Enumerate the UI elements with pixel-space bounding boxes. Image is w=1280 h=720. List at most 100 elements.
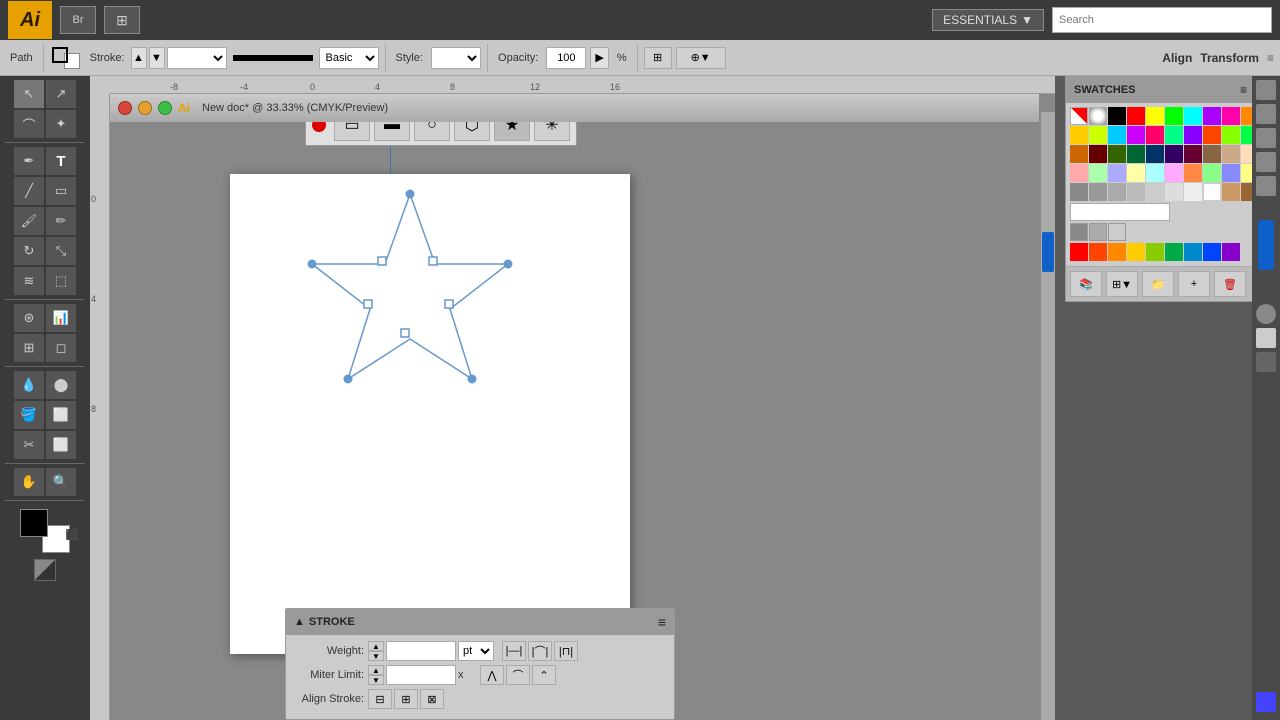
pen-tool[interactable]: ✒ — [14, 147, 44, 175]
swatch-cyan[interactable] — [1184, 107, 1202, 125]
swatch-e5[interactable] — [1146, 164, 1164, 182]
eraser-tool[interactable]: ⬜ — [46, 431, 76, 459]
blend-tool[interactable]: ⬤ — [46, 371, 76, 399]
right-tool-5[interactable] — [1256, 176, 1276, 196]
swatch-e8[interactable] — [1203, 164, 1221, 182]
foreground-color[interactable] — [20, 509, 48, 537]
join-bevel-btn[interactable]: ⌃ — [532, 665, 556, 685]
cap-butt-btn[interactable]: |—| — [502, 641, 526, 661]
swatch-d2[interactable] — [1089, 145, 1107, 163]
live-paint-select-tool[interactable]: ⬜ — [46, 401, 76, 429]
select-icon[interactable]: ⊕▼ — [676, 47, 726, 69]
workspace-icon[interactable]: ⊞ — [104, 6, 140, 34]
swatch-red[interactable] — [1127, 107, 1145, 125]
direct-select-tool[interactable]: ↗ — [46, 80, 76, 108]
slice-tool[interactable]: ✂ — [14, 431, 44, 459]
cap-square-btn[interactable]: |⊓| — [554, 641, 578, 661]
search-input[interactable] — [1052, 7, 1272, 33]
window-maximize-button[interactable] — [158, 101, 172, 115]
right-tool-4[interactable] — [1256, 152, 1276, 172]
swatch-gray4[interactable] — [1127, 183, 1145, 201]
zoom-tool[interactable]: 🔍 — [46, 468, 76, 496]
swatch-g2[interactable] — [1089, 243, 1107, 261]
swatch-e1[interactable] — [1070, 164, 1088, 182]
swatch-c4[interactable] — [1127, 126, 1145, 144]
star-shape[interactable] — [290, 184, 530, 404]
swatch-gray2[interactable] — [1089, 183, 1107, 201]
swatch-e6[interactable] — [1165, 164, 1183, 182]
swatch-c9[interactable] — [1222, 126, 1240, 144]
swatch-purple[interactable] — [1203, 107, 1221, 125]
rect-tool[interactable]: ▭ — [46, 177, 76, 205]
align-center-btn[interactable]: ⊟ — [368, 689, 392, 709]
stroke-up-btn[interactable]: ▲ — [131, 47, 147, 69]
color-selector[interactable]: ⬛ — [20, 509, 70, 553]
swatch-show-kinds-btn[interactable]: ⊞▼ — [1106, 271, 1138, 297]
swatch-c6[interactable] — [1165, 126, 1183, 144]
swatch-delete-btn[interactable]: 🗑 — [1214, 271, 1246, 297]
align-button[interactable]: Align — [1162, 51, 1192, 65]
swatch-tan1[interactable] — [1222, 183, 1240, 201]
window-close-button[interactable] — [118, 101, 132, 115]
eyedropper-tool[interactable]: 💧 — [14, 371, 44, 399]
free-transform-tool[interactable]: ⬚ — [46, 267, 76, 295]
swatch-gray7[interactable] — [1184, 183, 1202, 201]
swatch-g7[interactable] — [1184, 243, 1202, 261]
swatch-c5[interactable] — [1146, 126, 1164, 144]
weight-down-btn[interactable]: ▼ — [368, 651, 384, 661]
swatch-g9[interactable] — [1222, 243, 1240, 261]
live-paint-bucket-tool[interactable]: 🪣 — [14, 401, 44, 429]
select-tool[interactable]: ↖ — [14, 80, 44, 108]
swatch-g8[interactable] — [1203, 243, 1221, 261]
magic-wand-tool[interactable]: ✦ — [46, 110, 76, 138]
swatch-g3[interactable] — [1108, 243, 1126, 261]
symbol-tool[interactable]: ⊛ — [14, 304, 44, 332]
gradient-tool[interactable]: ◻ — [46, 334, 76, 362]
swatch-libraries-btn[interactable]: 📚 — [1070, 271, 1102, 297]
stroke-panel-menu[interactable]: ≡ — [658, 614, 666, 630]
miter-down-btn[interactable]: ▼ — [368, 675, 384, 685]
canvas-area[interactable]: -8 -4 0 4 8 12 16 0 4 8 — [90, 76, 1055, 720]
right-tool-2[interactable] — [1256, 104, 1276, 124]
column-graph-tool[interactable]: 📊 — [46, 304, 76, 332]
miter-input[interactable] — [386, 665, 456, 685]
swatch-d3[interactable] — [1108, 145, 1126, 163]
basic-select[interactable]: Basic — [319, 47, 379, 69]
style-select[interactable] — [431, 47, 481, 69]
swatch-gray5[interactable] — [1146, 183, 1164, 201]
right-tool-1[interactable] — [1256, 80, 1276, 100]
rotate-tool[interactable]: ↻ — [14, 237, 44, 265]
swatch-registration[interactable] — [1089, 107, 1107, 125]
swatch-f1[interactable] — [1070, 223, 1088, 241]
swatch-e3[interactable] — [1108, 164, 1126, 182]
stroke-down-btn[interactable]: ▼ — [149, 47, 165, 69]
br-logo-icon[interactable]: Br — [60, 6, 96, 34]
fill-indicator[interactable] — [34, 559, 56, 581]
right-tool-blue[interactable] — [1256, 692, 1276, 712]
selected-swatch[interactable] — [1070, 203, 1170, 221]
swatch-d6[interactable] — [1165, 145, 1183, 163]
swatches-panel-menu[interactable]: ≡ — [1240, 83, 1247, 97]
swatch-d7[interactable] — [1184, 145, 1202, 163]
swatch-new-color-group-btn[interactable]: 📁 — [1142, 271, 1174, 297]
swatch-d9[interactable] — [1222, 145, 1240, 163]
scrollbar-thumb[interactable] — [1042, 232, 1054, 272]
swatch-green[interactable] — [1165, 107, 1183, 125]
arrange-icon[interactable]: ⊞ — [644, 47, 672, 69]
mesh-tool[interactable]: ⊞ — [14, 334, 44, 362]
swatch-g1[interactable] — [1070, 243, 1088, 261]
opacity-right-btn[interactable]: ▶ — [590, 47, 608, 69]
stroke-weight-select[interactable] — [167, 47, 227, 69]
weight-input[interactable] — [386, 641, 456, 661]
swatch-e4[interactable] — [1127, 164, 1145, 182]
essentials-button[interactable]: ESSENTIALS ▼ — [932, 9, 1044, 31]
swatch-gray3[interactable] — [1108, 183, 1126, 201]
swatch-d5[interactable] — [1146, 145, 1164, 163]
transform-button[interactable]: Transform — [1200, 51, 1259, 65]
pencil-tool[interactable]: ✏ — [46, 207, 76, 235]
lasso-tool[interactable]: ⌒ — [14, 110, 44, 138]
weight-up-btn[interactable]: ▲ — [368, 641, 384, 651]
miter-up-btn[interactable]: ▲ — [368, 665, 384, 675]
cap-round-btn[interactable]: |⌒| — [528, 641, 552, 661]
join-miter-btn[interactable]: ⋀ — [480, 665, 504, 685]
